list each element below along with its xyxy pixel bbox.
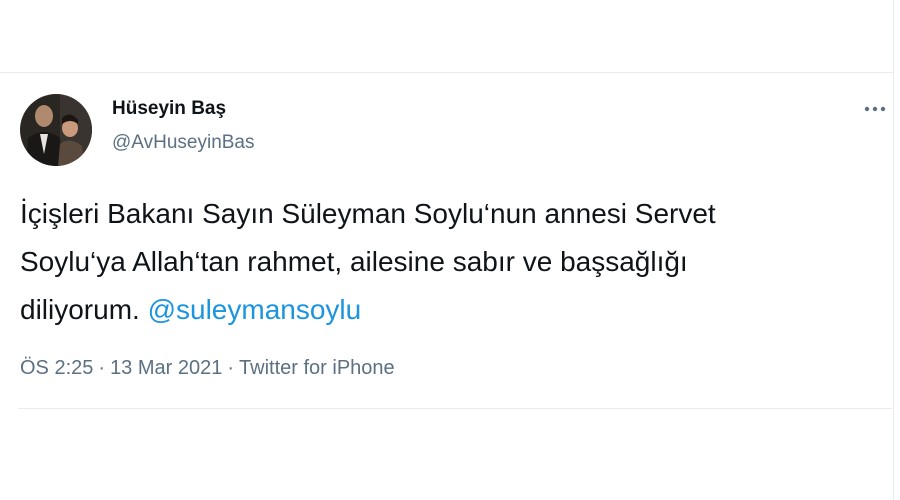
tweet-meta: ÖS 2:25 · 13 Mar 2021 · Twitter for iPhone [20, 357, 395, 380]
tweet-page: Hüseyin Baş @AvHuseyinBas İçişleri Bakan… [0, 0, 900, 500]
mention-link[interactable]: @suleymansoylu [148, 294, 362, 325]
tweet-date[interactable]: 13 Mar 2021 [110, 357, 222, 379]
more-horizontal-icon [864, 106, 886, 112]
display-name[interactable]: Hüseyin Baş [112, 98, 226, 120]
more-button[interactable] [860, 96, 890, 122]
tweet-line-text: diliyorum. [20, 294, 148, 325]
tweet-line: Soylu‘ya Allah‘tan rahmet, ailesine sabı… [20, 246, 688, 277]
tweet-text: İçişleri Bakanı Sayın Süleyman Soylu‘nun… [20, 190, 880, 334]
top-divider [0, 72, 893, 73]
tweet-line: İçişleri Bakanı Sayın Süleyman Soylu‘nun… [20, 198, 716, 229]
meta-separator: · [227, 357, 235, 379]
right-divider [893, 0, 894, 500]
tweet-source[interactable]: Twitter for iPhone [239, 357, 395, 379]
avatar[interactable] [20, 94, 92, 166]
tweet-line: diliyorum. @suleymansoylu [20, 286, 880, 334]
tweet-time[interactable]: ÖS 2:25 [20, 357, 93, 379]
meta-separator: · [98, 357, 106, 379]
bottom-divider [18, 408, 892, 409]
user-handle[interactable]: @AvHuseyinBas [112, 132, 255, 154]
